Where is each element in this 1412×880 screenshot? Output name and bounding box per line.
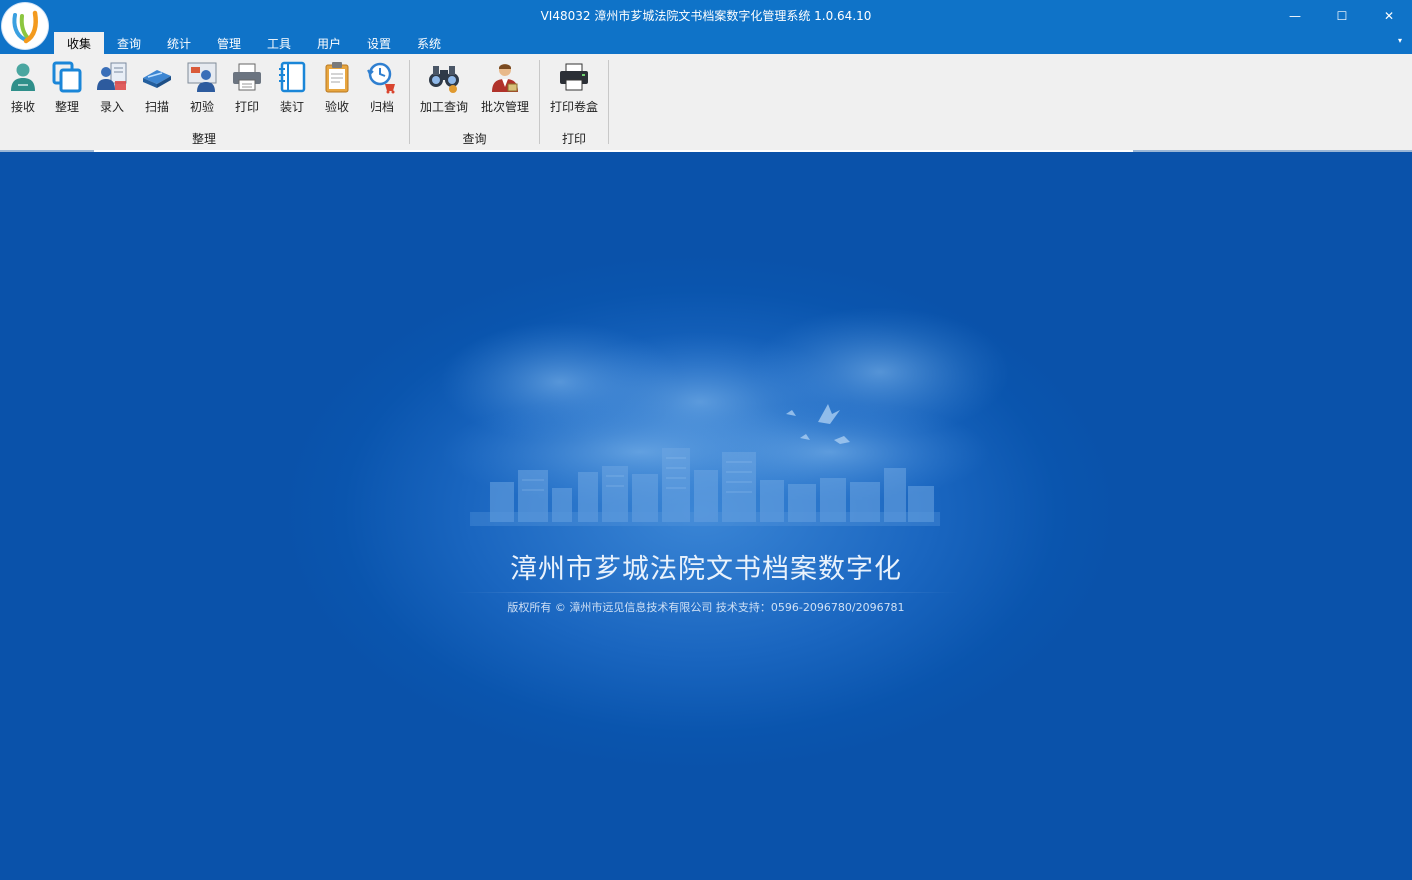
archive-button[interactable]: 归档 bbox=[361, 58, 403, 118]
ribbon-collapse-icon[interactable]: ▾ bbox=[1398, 36, 1402, 45]
scan-button[interactable]: 扫描 bbox=[136, 58, 178, 118]
group-divider bbox=[608, 60, 609, 144]
accept-label: 验收 bbox=[324, 100, 349, 114]
print-label: 打印 bbox=[234, 100, 259, 114]
splash-copyright: 版权所有 © 漳州市远见信息技术有限公司 技术支持：0596-2096780/2… bbox=[507, 601, 905, 614]
menu-tabs: 收集 查询 统计 管理 工具 用户 设置 系统 bbox=[54, 32, 454, 54]
tab-manage[interactable]: 管理 bbox=[204, 32, 254, 54]
bind-button[interactable]: 装订 bbox=[271, 58, 313, 118]
printer-icon bbox=[233, 63, 261, 91]
splash-title: 漳州市芗城法院文书档案数字化 bbox=[510, 554, 902, 585]
box-printer-icon bbox=[560, 63, 588, 91]
tab-users[interactable]: 用户 bbox=[304, 32, 354, 54]
organize-button[interactable]: 整理 bbox=[46, 58, 88, 118]
entry-button[interactable]: 录入 bbox=[91, 58, 133, 118]
close-button[interactable]: ✕ bbox=[1366, 0, 1412, 32]
tab-tools[interactable]: 工具 bbox=[254, 32, 304, 54]
ribbon-group-organize: 接收 整理 录入 扫描 初验 打印 装订 验收 归档 整理 bbox=[0, 54, 408, 150]
process-query-label: 加工查询 bbox=[419, 100, 468, 114]
group-label-organize: 整理 bbox=[191, 132, 216, 146]
ribbon-group-query: 加工查询 批次管理 查询 bbox=[410, 54, 539, 150]
city-skyline-illustration bbox=[440, 307, 1010, 526]
user-receive-icon bbox=[11, 63, 35, 91]
copy-pages-icon bbox=[52, 61, 82, 93]
maximize-button[interactable]: ☐ bbox=[1319, 0, 1365, 32]
tab-settings[interactable]: 设置 bbox=[354, 32, 404, 54]
manager-icon bbox=[492, 64, 518, 92]
archive-history-icon bbox=[367, 62, 395, 94]
print-button[interactable]: 打印 bbox=[226, 58, 268, 118]
tab-query[interactable]: 查询 bbox=[104, 32, 154, 54]
binder-icon bbox=[279, 61, 306, 93]
ribbon-group-print: 打印卷盒 打印 bbox=[540, 54, 608, 150]
clipboard-icon bbox=[325, 62, 349, 93]
initial-check-button[interactable]: 初验 bbox=[181, 58, 223, 118]
accept-button[interactable]: 验收 bbox=[316, 58, 358, 118]
user-form-icon bbox=[97, 62, 127, 90]
window-title: VI48032 漳州市芗城法院文书档案数字化管理系统 1.0.64.10 bbox=[540, 9, 872, 23]
tab-statistics[interactable]: 统计 bbox=[154, 32, 204, 54]
archive-label: 归档 bbox=[369, 100, 394, 114]
group-label-query: 查询 bbox=[462, 132, 487, 146]
splash-divider bbox=[452, 592, 960, 593]
title-bar: VI48032 漳州市芗城法院文书档案数字化管理系统 1.0.64.10 — ☐… bbox=[0, 0, 1412, 54]
tab-system[interactable]: 系统 bbox=[404, 32, 454, 54]
scan-label: 扫描 bbox=[144, 100, 169, 114]
splash-background: 漳州市芗城法院文书档案数字化 版权所有 © 漳州市远见信息技术有限公司 技术支持… bbox=[0, 152, 1412, 880]
binoculars-icon bbox=[429, 66, 459, 93]
minimize-button[interactable]: — bbox=[1272, 0, 1318, 32]
scanner-icon bbox=[143, 70, 171, 88]
print-box-button[interactable]: 打印卷盒 bbox=[545, 58, 603, 118]
organize-label: 整理 bbox=[54, 100, 79, 114]
batch-manage-button[interactable]: 批次管理 bbox=[476, 58, 534, 118]
entry-label: 录入 bbox=[99, 100, 124, 114]
process-query-button[interactable]: 加工查询 bbox=[415, 58, 473, 118]
bind-label: 装订 bbox=[279, 100, 304, 114]
receive-label: 接收 bbox=[10, 100, 35, 114]
batch-manage-label: 批次管理 bbox=[480, 100, 529, 114]
receive-button[interactable]: 接收 bbox=[2, 58, 44, 118]
tab-collect[interactable]: 收集 bbox=[54, 32, 104, 54]
user-review-icon bbox=[187, 62, 217, 92]
print-box-label: 打印卷盒 bbox=[549, 100, 598, 114]
initial-check-label: 初验 bbox=[189, 100, 214, 114]
group-label-print: 打印 bbox=[561, 132, 586, 146]
ribbon: 接收 整理 录入 扫描 初验 打印 装订 验收 归档 整理 加工查询 批次管理 … bbox=[0, 54, 1412, 151]
